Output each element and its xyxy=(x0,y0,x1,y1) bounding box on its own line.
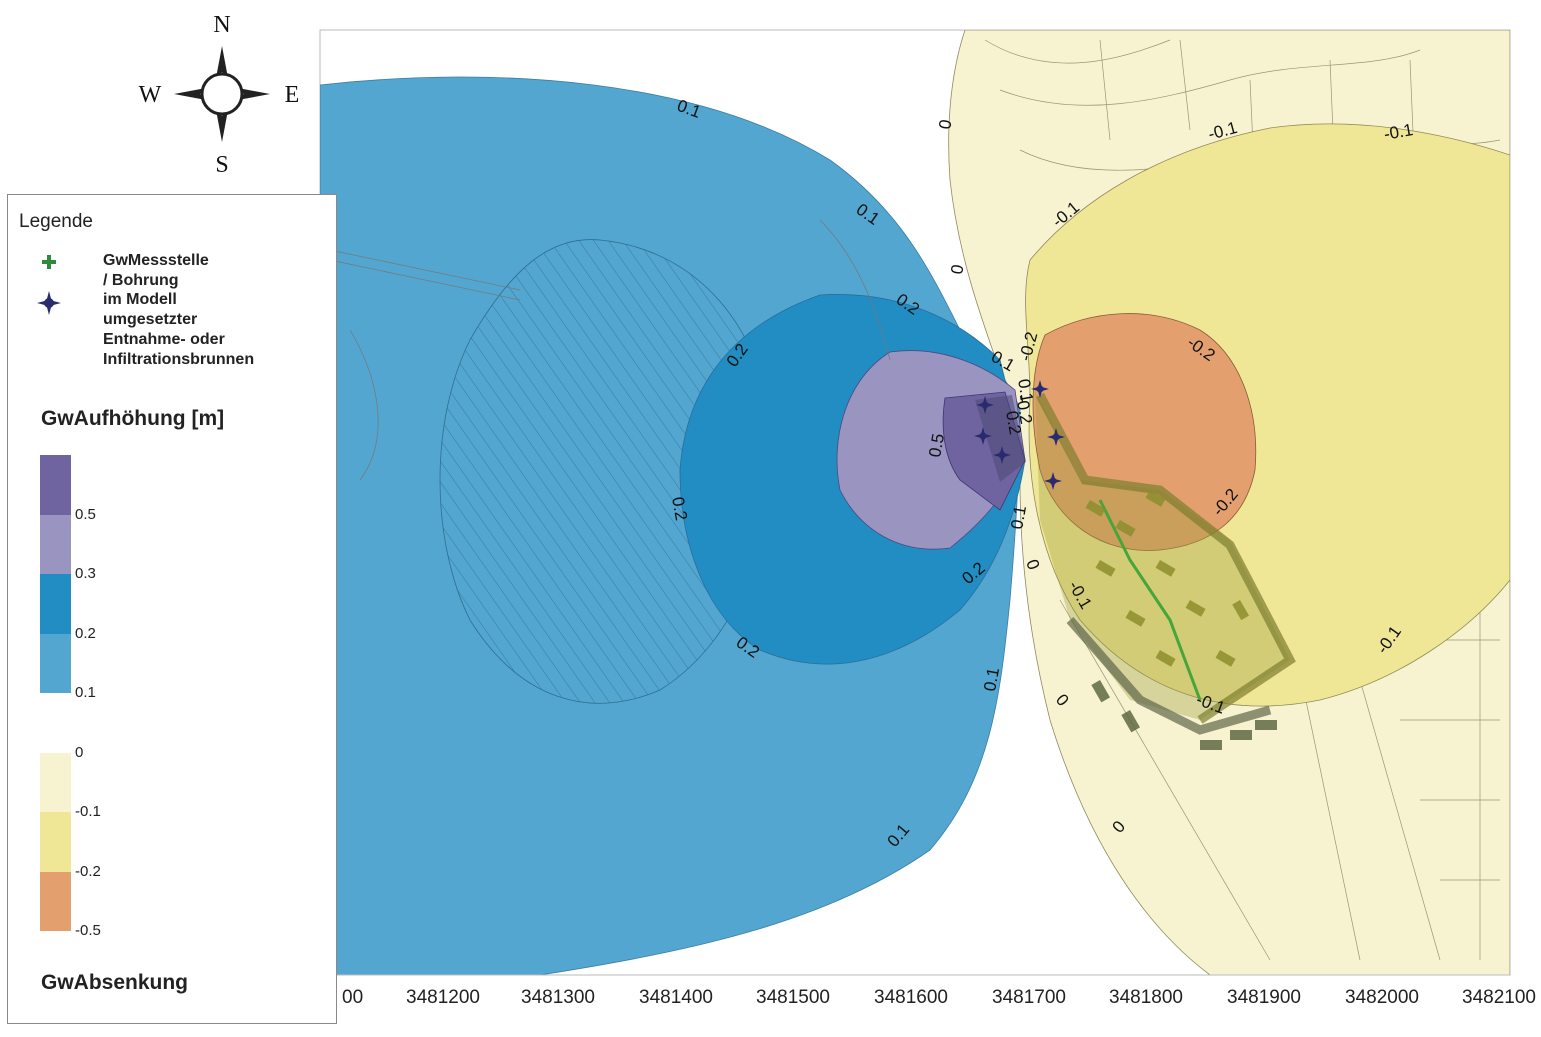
scale-label: 0 xyxy=(75,743,84,761)
scale-swatch xyxy=(40,812,71,872)
contour-label: 0.1 xyxy=(1014,377,1037,404)
scale-swatch xyxy=(40,693,71,753)
x-tick-label: 3481200 xyxy=(406,987,480,1008)
scale-label: 0.5 xyxy=(75,505,96,523)
scale-label: -0.5 xyxy=(75,922,101,939)
scale-swatch xyxy=(40,574,71,634)
x-tick-label: 3481600 xyxy=(874,987,948,1008)
green-cross-icon xyxy=(42,255,56,269)
x-tick-label: 3481400 xyxy=(639,987,713,1008)
x-tick-label: 3481800 xyxy=(1109,987,1183,1008)
contour-label: 0.1 xyxy=(980,666,1003,693)
rise-heading: GwAufhöhung [m] xyxy=(41,407,225,430)
x-tick-label: 3481500 xyxy=(756,987,830,1008)
legend-item-label: im Modell umgesetzter Entnahme- oder Inf… xyxy=(103,291,255,368)
compass-rose-icon: N S W E xyxy=(139,12,300,178)
scale-swatch xyxy=(40,752,71,812)
compass-north: N xyxy=(213,12,230,38)
scale-label: -0.1 xyxy=(75,803,101,820)
scale-swatch xyxy=(40,871,71,931)
compass-south: S xyxy=(215,152,228,178)
legend-item-label: GwMessstelle / Bohrung xyxy=(103,252,209,289)
scale-label: 0.2 xyxy=(75,624,96,642)
x-tick-label: 3481700 xyxy=(992,987,1066,1008)
x-tick-label: 3482100 xyxy=(1462,987,1536,1008)
fall-heading: GwAbsenkung xyxy=(41,971,189,994)
contour-label: 0.2 xyxy=(1002,409,1025,436)
contour-label: 0.5 xyxy=(925,432,948,459)
well-star-icon xyxy=(37,291,61,315)
scale-swatch xyxy=(40,514,71,574)
x-tick-label: 3481300 xyxy=(521,987,595,1008)
x-tick-label: 3482000 xyxy=(1345,987,1419,1008)
scale-swatch xyxy=(40,633,71,693)
legend-panel: Legende GwMessstelle / Bohrung im Modell… xyxy=(7,194,337,1024)
x-axis: 00 3481200 3481300 3481400 3481500 34816… xyxy=(320,974,1536,1008)
scale-label: 0.1 xyxy=(75,684,96,701)
contour-label: 0.1 xyxy=(1007,504,1030,531)
compass-west: W xyxy=(139,82,162,108)
contour-label: 0.2 xyxy=(668,495,691,522)
scale-swatch xyxy=(40,455,71,515)
compass-east: E xyxy=(285,82,300,108)
x-tick-label: 00 xyxy=(342,987,363,1008)
scale-label: -0.2 xyxy=(75,862,101,880)
x-tick-label: 3481900 xyxy=(1227,987,1301,1008)
legend-title: Legende xyxy=(19,211,93,232)
scale-label: 0.3 xyxy=(75,565,96,582)
